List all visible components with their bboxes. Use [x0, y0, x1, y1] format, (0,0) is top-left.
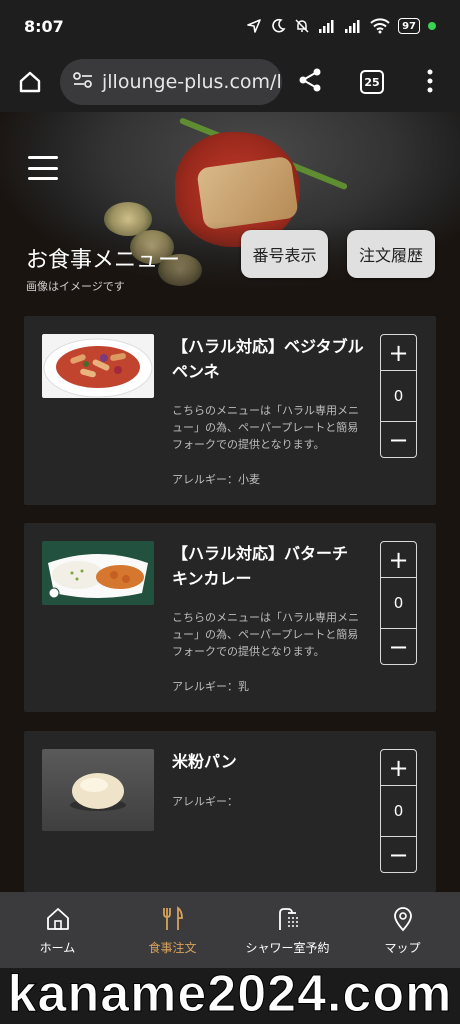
menu-item-card: 【ハラル対応】バターチキンカレー こちらのメニューは「ハラル専用メニュー」の為、…: [24, 523, 436, 712]
menu-item-name: 【ハラル対応】バターチキンカレー: [172, 544, 349, 588]
menu-item-description: こちらのメニューは「ハラル専用メニュー」の為、ペーパープレートと簡易フォークでの…: [172, 404, 359, 451]
more-options-icon[interactable]: [426, 68, 434, 98]
privacy-dot: [428, 22, 436, 30]
map-pin-icon: [393, 906, 412, 931]
increase-button[interactable]: +: [381, 542, 416, 578]
decrease-button[interactable]: −: [381, 836, 416, 872]
watermark-band: kaname2024.com: [0, 968, 460, 1024]
quantity-value: 0: [393, 387, 404, 405]
menu-item-allergy: アレルギー：乳: [172, 680, 249, 693]
menu-item-name: 【ハラル対応】ベジタブルペンネ: [172, 337, 364, 381]
nav-shower-reservation-label: シャワー室予約: [245, 940, 330, 955]
browser-toolbar: jllounge-plus.com/l 25: [0, 52, 460, 112]
location-icon: [246, 18, 262, 34]
nav-map-label: マップ: [384, 940, 421, 955]
number-display-button[interactable]: 番号表示: [241, 230, 328, 278]
status-bar: 8:07 97: [0, 0, 460, 52]
hero-image-fish: [196, 155, 299, 231]
bottom-navigation: ホーム 食事注文 シャワー室予約 マップ: [0, 892, 460, 968]
nav-home-label: ホーム: [39, 940, 76, 955]
url-bar[interactable]: jllounge-plus.com/l: [60, 59, 282, 105]
menu-item-card: 【ハラル対応】ベジタブルペンネ こちらのメニューは「ハラル専用メニュー」の為、ペ…: [24, 316, 436, 505]
share-icon[interactable]: [296, 66, 324, 98]
nav-home[interactable]: ホーム: [0, 892, 115, 968]
menu-item-photo: [42, 334, 154, 398]
quantity-stepper: + 0 −: [380, 541, 417, 665]
menu-item-photo: [42, 749, 154, 831]
menu-item-card: 米粉パン アレルギー： + 0 −: [24, 731, 436, 892]
url-text[interactable]: jllounge-plus.com/l: [102, 71, 282, 93]
increase-button[interactable]: +: [381, 335, 416, 371]
signal-icon: [318, 19, 336, 33]
increase-button[interactable]: +: [381, 750, 416, 786]
status-time: 8:07: [24, 16, 64, 36]
tab-switcher-button[interactable]: 25: [360, 70, 384, 94]
image-note: 画像はイメージです: [26, 280, 125, 293]
decrease-button[interactable]: −: [381, 628, 416, 664]
site-settings-icon[interactable]: [72, 70, 94, 94]
nav-meal-order-label: 食事注文: [148, 940, 197, 955]
menu-item-allergy: アレルギー：小麦: [172, 473, 260, 486]
nav-map[interactable]: マップ: [345, 892, 460, 968]
watermark-text: kaname2024.com: [7, 968, 453, 1024]
home-icon: [46, 907, 69, 930]
quantity-value: 0: [393, 802, 404, 820]
quantity-stepper: + 0 −: [380, 749, 417, 873]
hamburger-menu-icon[interactable]: [28, 156, 58, 180]
nav-meal-order[interactable]: 食事注文: [115, 892, 230, 968]
status-icons: 97: [246, 18, 436, 34]
menu-item-photo: [42, 541, 154, 605]
decrease-button[interactable]: −: [381, 421, 416, 457]
quantity-value: 0: [393, 594, 404, 612]
menu-item-name: 米粉パン: [172, 752, 237, 771]
battery-indicator: 97: [398, 18, 420, 34]
wifi-icon: [370, 18, 390, 34]
shower-icon: [278, 907, 298, 930]
hero-banner: お食事メニュー 画像はイメージです 番号表示 注文履歴: [0, 112, 460, 312]
signal-icon-2: [344, 19, 362, 33]
order-history-button[interactable]: 注文履歴: [347, 230, 435, 278]
fork-knife-icon: [162, 905, 183, 930]
menu-item-description: こちらのメニューは「ハラル専用メニュー」の為、ペーパープレートと簡易フォークでの…: [172, 611, 359, 658]
page-title: お食事メニュー: [26, 248, 181, 273]
dnd-moon-icon: [270, 18, 286, 34]
nav-shower-reservation[interactable]: シャワー室予約: [230, 892, 345, 968]
menu-item-allergy: アレルギー：: [172, 795, 238, 808]
quantity-stepper: + 0 −: [380, 334, 417, 458]
mute-bell-icon: [294, 18, 310, 34]
home-browser-icon[interactable]: [12, 64, 48, 100]
